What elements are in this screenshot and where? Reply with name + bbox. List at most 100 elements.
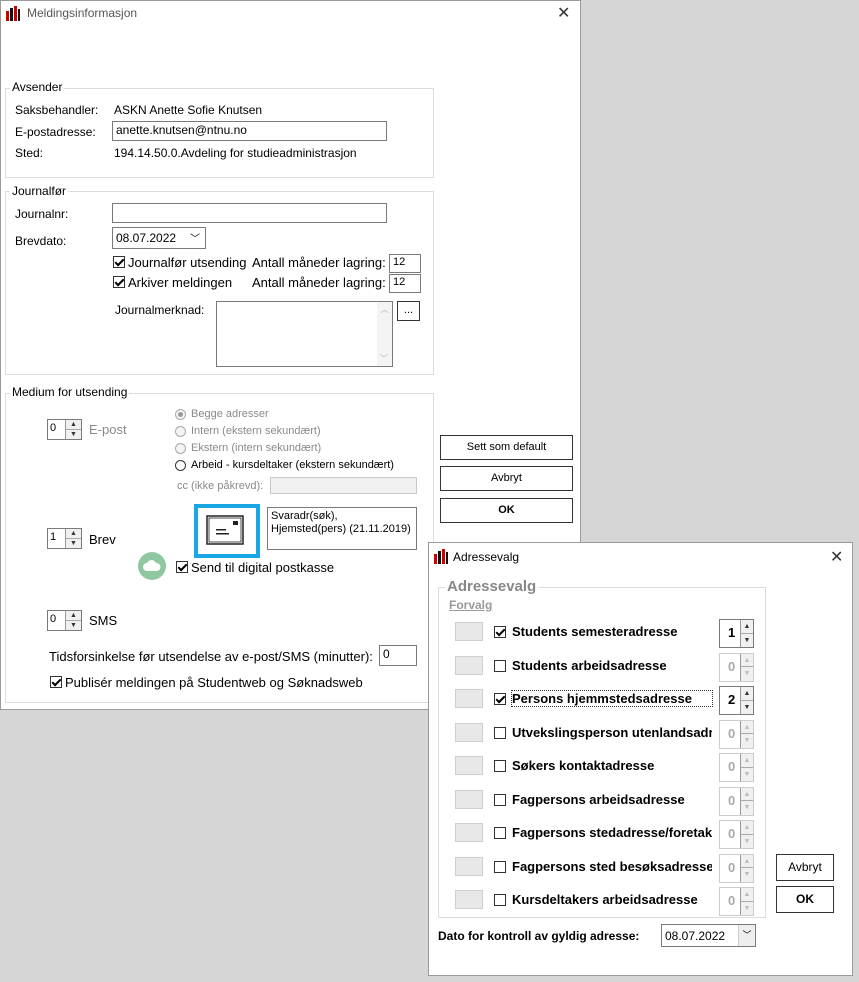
address-row-checkbox[interactable] <box>494 760 506 772</box>
delay-field[interactable]: 0 <box>379 645 417 666</box>
spin-down-icon[interactable]: ▼ <box>741 667 753 681</box>
merknad-dots-button[interactable]: ... <box>397 301 420 321</box>
radio-begge[interactable] <box>175 409 186 420</box>
spin-up-icon[interactable]: ▲ <box>741 620 753 634</box>
epost-medium-label: E-post <box>89 422 127 437</box>
address-ok-button[interactable]: OK <box>776 886 834 913</box>
spin-down-icon[interactable]: ▼ <box>741 701 753 715</box>
address-row-spinner[interactable]: 0 ▲ ▼ <box>719 719 754 749</box>
address-row-label: Fagpersons sted besøksadresse <box>512 858 712 874</box>
address-row-spinner[interactable]: 0 ▲ ▼ <box>719 887 754 916</box>
spin-up-icon[interactable]: ▲ <box>741 721 753 734</box>
dato-select[interactable]: 08.07.2022 ﹀ <box>661 924 756 947</box>
spin-up-icon[interactable]: ▲ <box>741 788 753 801</box>
letter-address-button[interactable] <box>194 504 260 558</box>
spin-down-icon[interactable]: ▼ <box>741 902 753 916</box>
publiser-label: Publisér meldingen på Studentweb og Søkn… <box>65 675 363 690</box>
epost-field[interactable]: anette.knutsen@ntnu.no <box>112 121 387 141</box>
address-row-checkbox[interactable] <box>494 827 506 839</box>
avsender-legend: Avsender <box>10 80 65 94</box>
spin-up-icon[interactable]: ▲ <box>741 888 753 902</box>
dato-value: 08.07.2022 <box>665 929 726 943</box>
spin-down-icon[interactable]: ▼ <box>66 430 81 440</box>
spin-up-icon[interactable]: ▲ <box>741 654 753 667</box>
sted-value: 194.14.50.0.Avdeling for studieadministr… <box>114 146 357 160</box>
antall-label-1: Antall måneder lagring: <box>252 255 386 270</box>
close-icon[interactable]: ✕ <box>557 3 570 23</box>
address-row: Persons hjemmstedsadresse 2 ▲ ▼ <box>429 686 759 715</box>
radio-ekstern[interactable] <box>175 443 186 454</box>
scroll-up-icon[interactable]: ︿ <box>377 304 392 315</box>
address-row-swatch <box>455 655 483 675</box>
textarea-scrollbar[interactable]: ︿ ﹀ <box>377 302 392 366</box>
address-row-spinner-value: 2 <box>728 692 736 707</box>
spin-up-icon[interactable]: ▲ <box>741 754 753 768</box>
brev-address-box[interactable]: Svaradr(søk), Hjemsted(pers) (21.11.2019… <box>267 507 417 550</box>
spin-up-icon[interactable]: ▲ <box>741 687 753 701</box>
spin-down-icon[interactable]: ▼ <box>741 835 753 849</box>
address-row-spinner-value: 0 <box>728 792 736 808</box>
address-row-checkbox[interactable] <box>494 894 506 906</box>
sted-label: Sted: <box>15 146 44 160</box>
address-row-spinner[interactable]: 0 ▲ ▼ <box>719 652 754 682</box>
spin-up-icon[interactable]: ▲ <box>66 611 81 621</box>
address-row-spinner[interactable]: 0 ▲ ▼ <box>719 820 754 849</box>
spin-up-icon[interactable]: ▲ <box>66 420 81 430</box>
antall-field-1[interactable]: 12 <box>389 254 421 273</box>
arkiver-checkbox[interactable] <box>113 276 125 288</box>
radio-arbeid[interactable] <box>175 460 186 471</box>
radio-intern[interactable] <box>175 426 186 437</box>
digital-checkbox[interactable] <box>176 561 188 573</box>
spin-down-icon[interactable]: ▼ <box>741 734 753 748</box>
brev-count-spinner[interactable]: 1 ▲ ▼ <box>47 528 82 549</box>
address-row-spinner[interactable]: 0 ▲ ▼ <box>719 786 754 816</box>
sms-count-spinner[interactable]: 0 ▲ ▼ <box>47 610 82 631</box>
spin-down-icon[interactable]: ▼ <box>66 539 81 549</box>
avbryt-button[interactable]: Avbryt <box>440 466 573 491</box>
spin-up-icon[interactable]: ▲ <box>66 529 81 539</box>
spin-up-icon[interactable]: ▲ <box>741 855 753 868</box>
radio-arbeid-label: Arbeid - kursdeltaker (ekstern sekundært… <box>191 459 394 471</box>
merknad-textarea[interactable]: ︿ ﹀ <box>216 301 393 367</box>
brev-address-text: Svaradr(søk), Hjemsted(pers) (21.11.2019… <box>271 510 411 535</box>
address-row-checkbox[interactable] <box>494 626 506 638</box>
address-row-spinner-value: 0 <box>728 725 736 741</box>
app-logo-icon <box>434 549 448 564</box>
scroll-down-icon[interactable]: ﹀ <box>380 353 388 364</box>
spin-up-icon[interactable]: ▲ <box>741 821 753 835</box>
saksbehandler-label: Saksbehandler: <box>15 103 99 117</box>
close-icon[interactable]: ✕ <box>830 547 843 567</box>
sms-medium-label: SMS <box>89 613 118 628</box>
spin-down-icon[interactable]: ▼ <box>741 634 753 648</box>
radio-ekstern-label: Ekstern (intern sekundært) <box>191 442 322 454</box>
epost-label: E-postadresse: <box>15 125 96 139</box>
journalnr-field[interactable] <box>112 203 387 223</box>
address-row-spinner-value: 0 <box>728 826 736 841</box>
address-row-spinner[interactable]: 0 ▲ ▼ <box>719 853 754 883</box>
address-row: Fagpersons sted besøksadresse 0 ▲ ▼ <box>429 853 759 883</box>
address-row-checkbox[interactable] <box>494 726 506 739</box>
address-avbryt-button[interactable]: Avbryt <box>776 854 834 881</box>
sett-som-default-button[interactable]: Sett som default <box>440 435 573 460</box>
spin-down-icon[interactable]: ▼ <box>66 621 81 631</box>
ok-button[interactable]: OK <box>440 498 573 523</box>
publiser-checkbox[interactable] <box>50 676 62 688</box>
cc-field[interactable] <box>270 477 417 494</box>
address-row-spinner[interactable]: 2 ▲ ▼ <box>719 686 754 715</box>
epost-count-spinner[interactable]: 0 ▲ ▼ <box>47 419 82 440</box>
address-row-checkbox[interactable] <box>494 793 506 806</box>
address-row: Students semesteradresse 1 ▲ ▼ <box>429 619 759 648</box>
brevdato-select[interactable]: 08.07.2022 ﹀ <box>112 227 206 249</box>
address-row-checkbox[interactable] <box>494 659 506 672</box>
spin-down-icon[interactable]: ▼ <box>741 868 753 882</box>
spin-down-icon[interactable]: ▼ <box>741 768 753 782</box>
antall-field-2[interactable]: 12 <box>389 274 421 293</box>
address-row-label: Utvekslingsperson utenlandsadr <box>512 724 712 740</box>
spin-down-icon[interactable]: ▼ <box>741 801 753 815</box>
address-row-spinner[interactable]: 0 ▲ ▼ <box>719 753 754 782</box>
address-row-spinner[interactable]: 1 ▲ ▼ <box>719 619 754 648</box>
address-row-checkbox[interactable] <box>494 693 506 705</box>
address-row-checkbox[interactable] <box>494 860 506 873</box>
address-row: Students arbeidsadresse 0 ▲ ▼ <box>429 652 759 682</box>
journalfor-checkbox[interactable] <box>113 256 125 268</box>
